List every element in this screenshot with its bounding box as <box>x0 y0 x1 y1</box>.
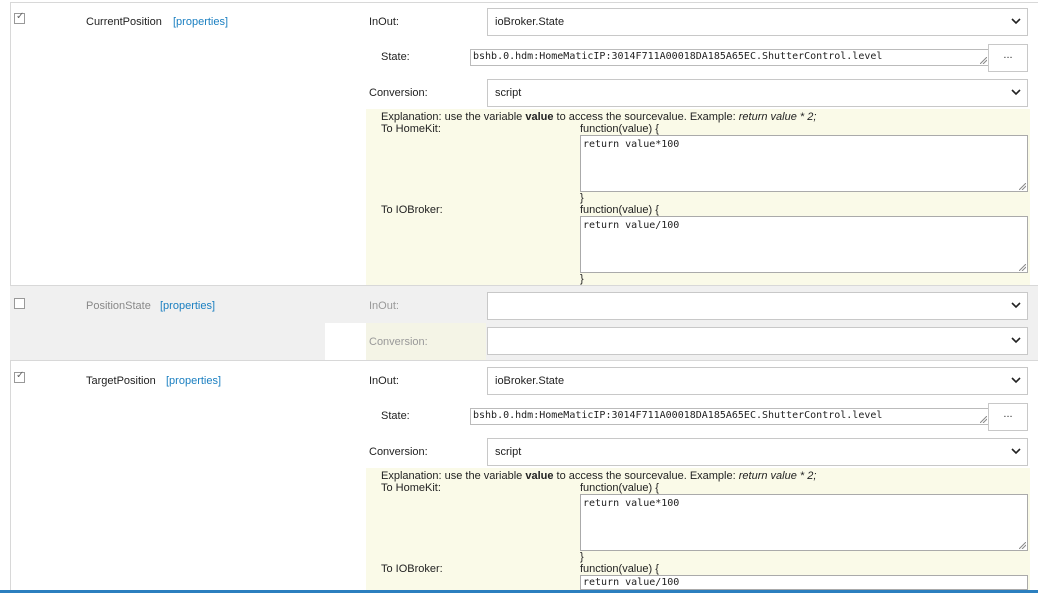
inout-label: InOut: <box>369 375 399 387</box>
function-open: function(value) { <box>580 123 659 135</box>
function-open: function(value) { <box>580 204 659 216</box>
function-close: } <box>580 192 584 204</box>
state-input[interactable]: bshb.0.hdm:HomeMaticIP:3014F711A00018DA1… <box>470 49 989 66</box>
state-input-value: bshb.0.hdm:HomeMaticIP:3014F711A00018DA1… <box>473 51 883 62</box>
explanation-text: Explanation: use the variable value to a… <box>381 470 816 482</box>
row-checkbox-currentposition[interactable]: ✓ <box>14 11 25 24</box>
state-input[interactable]: bshb.0.hdm:HomeMaticIP:3014F711A00018DA1… <box>470 408 989 425</box>
explanation-text: Explanation: use the variable value to a… <box>381 111 816 123</box>
chevron-down-icon <box>1011 377 1021 384</box>
row-divider <box>10 360 1038 361</box>
characteristic-name: CurrentPosition <box>86 16 162 28</box>
row-divider <box>10 285 1038 286</box>
resize-handle-icon[interactable] <box>1019 542 1026 549</box>
to-homekit-label: To HomeKit: <box>381 123 441 135</box>
function-close: } <box>580 551 584 563</box>
row-checkbox-positionstate[interactable] <box>14 298 25 309</box>
spacer-cell <box>325 323 366 360</box>
row-left-border <box>10 2 11 285</box>
function-close: } <box>580 273 584 285</box>
explanation-mid: to access the sourcevalue. Example: <box>553 111 739 123</box>
check-icon: ✓ <box>16 11 25 22</box>
state-input-value: bshb.0.hdm:HomeMaticIP:3014F711A00018DA1… <box>473 410 883 421</box>
homekit-script-value: return value*100 <box>583 139 680 150</box>
explanation-mid: to access the sourcevalue. Example: <box>553 470 739 482</box>
iobroker-script-value: return value/100 <box>583 220 680 231</box>
inout-select[interactable]: ioBroker.State <box>487 367 1028 395</box>
check-icon: ✓ <box>16 370 25 381</box>
inout-select-value: ioBroker.State <box>495 16 565 28</box>
browse-state-button[interactable]: ... <box>988 44 1028 72</box>
function-open: function(value) { <box>580 563 659 575</box>
conversion-select[interactable]: script <box>487 438 1028 466</box>
conversion-label: Conversion: <box>369 87 428 99</box>
homekit-script-textarea[interactable]: return value*100 <box>580 135 1028 192</box>
row-left-border <box>10 360 11 590</box>
to-iobroker-label: To IOBroker: <box>381 563 443 575</box>
conversion-select[interactable] <box>487 327 1028 355</box>
chevron-down-icon <box>1011 337 1021 344</box>
state-label: State: <box>381 410 410 422</box>
resize-handle-icon[interactable] <box>1019 183 1026 190</box>
inout-select-value: ioBroker.State <box>495 375 565 387</box>
homekit-script-value: return value*100 <box>583 498 680 509</box>
browse-state-button[interactable]: ... <box>988 403 1028 431</box>
resize-handle-icon[interactable] <box>980 416 987 423</box>
iobroker-script-textarea[interactable]: return value/100 <box>580 216 1028 273</box>
iobroker-script-value: return value/100 <box>583 577 680 588</box>
chevron-down-icon <box>1011 18 1021 25</box>
resize-handle-icon[interactable] <box>1019 264 1026 271</box>
explanation-bold: value <box>525 470 554 482</box>
inout-label: InOut: <box>369 16 399 28</box>
resize-handle-icon[interactable] <box>980 57 987 64</box>
chevron-down-icon <box>1011 89 1021 96</box>
inout-select[interactable]: ioBroker.State <box>487 8 1028 36</box>
row-divider <box>10 2 1038 3</box>
conversion-select[interactable]: script <box>487 79 1028 107</box>
conversion-label: Conversion: <box>369 446 428 458</box>
inout-select[interactable] <box>487 292 1028 320</box>
properties-link[interactable]: [properties] <box>173 16 228 28</box>
iobroker-script-textarea[interactable]: return value/100 <box>580 575 1028 590</box>
characteristic-name: TargetPosition <box>86 375 156 387</box>
properties-link[interactable]: [properties] <box>160 300 215 312</box>
conversion-select-value: script <box>495 446 522 458</box>
row-checkbox-targetposition[interactable]: ✓ <box>14 370 25 383</box>
state-label: State: <box>381 51 410 63</box>
inout-label: InOut: <box>369 300 399 312</box>
conversion-select-value: script <box>495 87 522 99</box>
explanation-pre: Explanation: use the variable <box>381 470 526 482</box>
explanation-example: return value * 2; <box>738 111 817 123</box>
conversion-label: Conversion: <box>369 336 428 348</box>
properties-link[interactable]: [properties] <box>166 375 221 387</box>
to-iobroker-label: To IOBroker: <box>381 204 443 216</box>
chevron-down-icon <box>1011 302 1021 309</box>
function-open: function(value) { <box>580 482 659 494</box>
to-homekit-label: To HomeKit: <box>381 482 441 494</box>
explanation-example: return value * 2; <box>738 470 817 482</box>
explanation-pre: Explanation: use the variable <box>381 111 526 123</box>
homekit-script-textarea[interactable]: return value*100 <box>580 494 1028 551</box>
characteristic-name: PositionState <box>86 300 151 312</box>
explanation-bold: value <box>525 111 554 123</box>
chevron-down-icon <box>1011 448 1021 455</box>
